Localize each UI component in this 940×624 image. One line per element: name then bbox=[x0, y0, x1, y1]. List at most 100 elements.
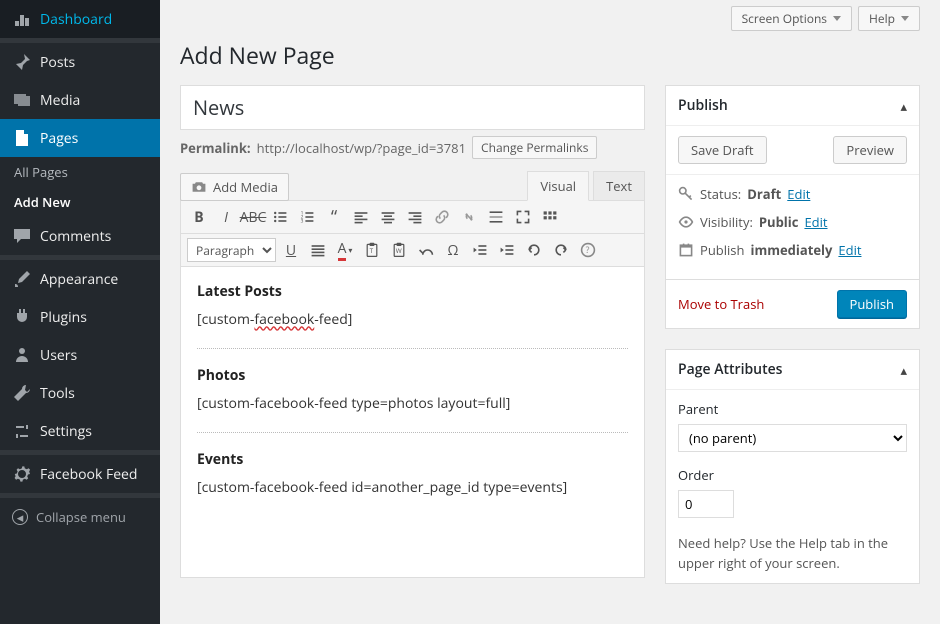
page-heading: Add New Page bbox=[180, 39, 920, 71]
publish-title: Publish bbox=[678, 96, 728, 115]
tab-text[interactable]: Text bbox=[593, 171, 645, 201]
svg-text:T: T bbox=[370, 246, 374, 255]
edit-status-link[interactable]: Edit bbox=[787, 185, 810, 203]
publish-toggle[interactable]: Publish ▴ bbox=[666, 86, 919, 126]
caret-up-icon: ▴ bbox=[900, 361, 907, 379]
sidebar-item-tools[interactable]: Tools bbox=[0, 374, 160, 412]
text-color-button[interactable]: A▾ bbox=[333, 238, 357, 262]
link-button[interactable] bbox=[430, 205, 454, 229]
number-list-button[interactable]: 123 bbox=[295, 205, 319, 229]
camera-icon bbox=[191, 179, 207, 195]
sidebar-item-dashboard[interactable]: Dashboard bbox=[0, 0, 160, 38]
sidebar-item-users[interactable]: Users bbox=[0, 336, 160, 374]
tab-visual[interactable]: Visual bbox=[527, 171, 589, 201]
collapse-menu[interactable]: ◂ Collapse menu bbox=[0, 498, 160, 536]
content-p3: [custom-facebook-feed id=another_page_id… bbox=[197, 477, 628, 499]
permalink-row: Permalink: http://localhost/wp/?page_id=… bbox=[180, 136, 645, 159]
sidebar-item-posts[interactable]: Posts bbox=[0, 43, 160, 81]
undo-button[interactable] bbox=[522, 238, 546, 262]
sidebar-item-comments[interactable]: Comments bbox=[0, 217, 160, 255]
sidebar-item-media[interactable]: Media bbox=[0, 81, 160, 119]
dashboard-icon bbox=[12, 9, 32, 29]
help-icon-button[interactable]: ? bbox=[576, 238, 600, 262]
content-p1: [custom-facebook-feed] bbox=[197, 309, 628, 331]
help-button[interactable]: Help bbox=[858, 6, 920, 31]
sidebar-sub-all-pages[interactable]: All Pages bbox=[0, 157, 160, 187]
sidebar-item-pages[interactable]: Pages bbox=[0, 119, 160, 157]
content-heading-2: Photos bbox=[197, 365, 628, 387]
sidebar-label: Settings bbox=[40, 422, 92, 441]
visibility-label: Visibility: bbox=[700, 213, 753, 231]
justify-button[interactable] bbox=[306, 238, 330, 262]
sidebar-item-appearance[interactable]: Appearance bbox=[0, 260, 160, 298]
sidebar-label: Dashboard bbox=[40, 10, 112, 29]
parent-select[interactable]: (no parent) bbox=[678, 424, 907, 452]
add-media-button[interactable]: Add Media bbox=[180, 173, 289, 201]
sidebar-label: Posts bbox=[40, 53, 75, 72]
admin-sidebar: Dashboard Posts Media Pages All Pages Ad… bbox=[0, 0, 160, 624]
format-select[interactable]: Paragraph bbox=[187, 238, 276, 262]
visibility-value: Public bbox=[759, 213, 799, 231]
special-char-button[interactable]: Ω bbox=[441, 238, 465, 262]
settings-icon bbox=[12, 421, 32, 441]
italic-button[interactable]: I bbox=[214, 205, 238, 229]
outdent-button[interactable] bbox=[468, 238, 492, 262]
caret-down-icon bbox=[901, 16, 909, 21]
paste-text-button[interactable]: T bbox=[360, 238, 384, 262]
sidebar-item-facebook-feed[interactable]: Facebook Feed bbox=[0, 455, 160, 493]
order-input[interactable] bbox=[678, 490, 734, 518]
align-left-button[interactable] bbox=[349, 205, 373, 229]
svg-text:3: 3 bbox=[301, 219, 304, 225]
save-draft-button[interactable]: Save Draft bbox=[678, 136, 767, 164]
publish-button[interactable]: Publish bbox=[837, 290, 907, 318]
fullscreen-button[interactable] bbox=[511, 205, 535, 229]
content-p2: [custom-facebook-feed type=photos layout… bbox=[197, 393, 628, 415]
align-center-button[interactable] bbox=[376, 205, 400, 229]
comments-icon bbox=[12, 226, 32, 246]
unlink-button[interactable] bbox=[457, 205, 481, 229]
editor-content[interactable]: Latest Posts [custom-facebook-feed] Phot… bbox=[181, 267, 644, 577]
visibility-row: Visibility: Public Edit bbox=[678, 213, 907, 231]
blockquote-button[interactable]: “ bbox=[322, 205, 346, 229]
caret-up-icon: ▴ bbox=[900, 97, 907, 115]
bold-button[interactable]: B bbox=[187, 205, 211, 229]
permalink-url: http://localhost/wp/?page_id=3781 bbox=[257, 139, 466, 157]
preview-button[interactable]: Preview bbox=[833, 136, 907, 164]
collapse-label: Collapse menu bbox=[36, 508, 126, 526]
page-attributes-metabox: Page Attributes ▴ Parent (no parent) Ord… bbox=[665, 349, 920, 584]
main-content: Screen Options Help Add New Page Permali… bbox=[160, 0, 940, 624]
top-controls: Screen Options Help bbox=[180, 0, 920, 39]
change-permalinks-button[interactable]: Change Permalinks bbox=[472, 136, 597, 159]
sidebar-label: Plugins bbox=[40, 308, 87, 327]
sidebar-item-settings[interactable]: Settings bbox=[0, 412, 160, 450]
underline-button[interactable]: U bbox=[279, 238, 303, 262]
insert-more-button[interactable] bbox=[484, 205, 508, 229]
content-heading-3: Events bbox=[197, 449, 628, 471]
strike-button[interactable]: ABC bbox=[241, 205, 265, 229]
calendar-icon bbox=[678, 242, 694, 258]
pages-icon bbox=[12, 128, 32, 148]
permalink-label: Permalink: bbox=[180, 139, 251, 157]
edit-schedule-link[interactable]: Edit bbox=[838, 241, 861, 259]
clear-formatting-button[interactable] bbox=[414, 238, 438, 262]
gear-icon bbox=[12, 464, 32, 484]
screen-options-button[interactable]: Screen Options bbox=[731, 6, 852, 31]
sidebar-label: Tools bbox=[40, 384, 75, 403]
attributes-toggle[interactable]: Page Attributes ▴ bbox=[666, 350, 919, 390]
redo-button[interactable] bbox=[549, 238, 573, 262]
move-to-trash-link[interactable]: Move to Trash bbox=[678, 295, 764, 313]
content-heading-1: Latest Posts bbox=[197, 281, 628, 303]
parent-label: Parent bbox=[678, 400, 907, 418]
bullet-list-button[interactable] bbox=[268, 205, 292, 229]
edit-visibility-link[interactable]: Edit bbox=[804, 213, 827, 231]
toolbar-toggle-button[interactable] bbox=[538, 205, 562, 229]
sidebar-sub-add-new[interactable]: Add New bbox=[0, 187, 160, 217]
indent-button[interactable] bbox=[495, 238, 519, 262]
sidebar-item-plugins[interactable]: Plugins bbox=[0, 298, 160, 336]
sidebar-label: Comments bbox=[40, 227, 111, 246]
align-right-button[interactable] bbox=[403, 205, 427, 229]
page-title-input[interactable] bbox=[180, 85, 645, 130]
plug-icon bbox=[12, 307, 32, 327]
schedule-label: Publish bbox=[700, 241, 744, 259]
paste-word-button[interactable]: W bbox=[387, 238, 411, 262]
